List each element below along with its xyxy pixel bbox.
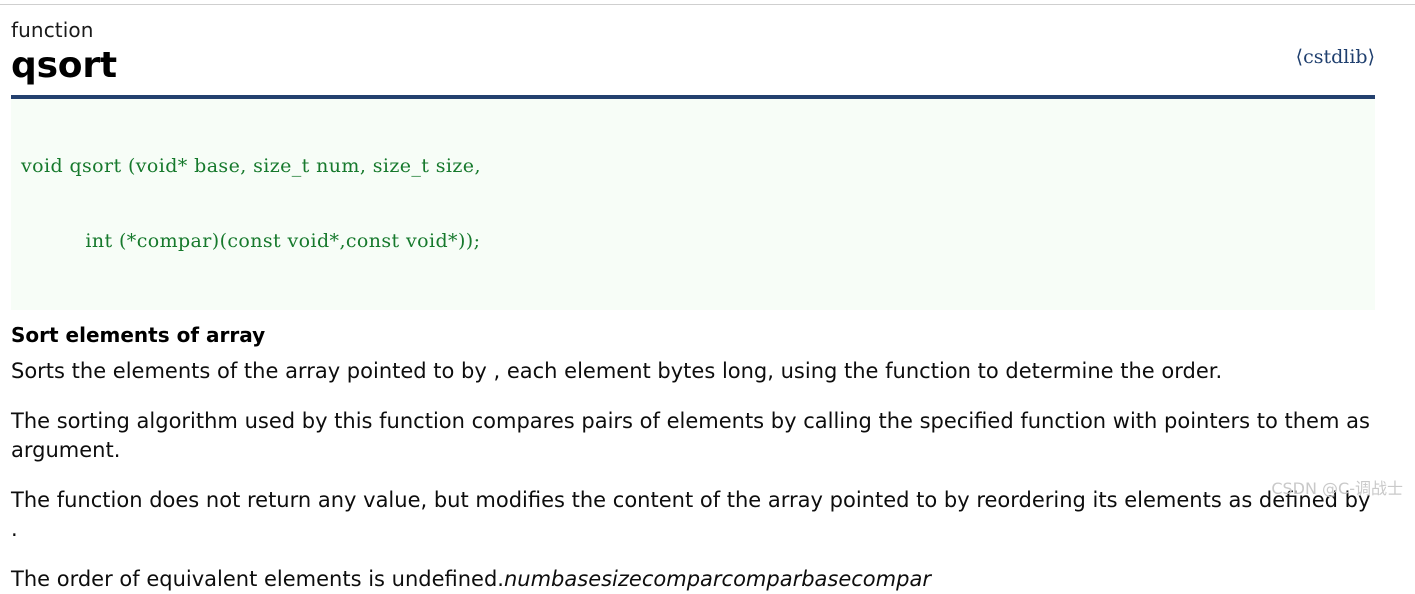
section-heading: Sort elements of array	[11, 323, 266, 347]
description-paragraph: Sorts the elements of the array pointed …	[11, 359, 1223, 383]
page-header: function qsort ⟨cstdlib⟩	[0, 0, 1415, 88]
prototype-line: void qsort (void* base, size_t num, size…	[21, 155, 481, 177]
prototype-line: int (*compar)(const void*,const void*));	[21, 230, 481, 252]
page-content: function qsort ⟨cstdlib⟩ void qsort (voi…	[0, 0, 1415, 594]
entity-kind-label: function	[11, 18, 94, 42]
watermark: CSDN @C-调战士	[1271, 479, 1403, 498]
description-paragraph: The function does not return any value, …	[11, 488, 1371, 541]
page-title: qsort	[11, 45, 117, 86]
include-header-label: ⟨cstdlib⟩	[1295, 46, 1375, 68]
description-paragraph: The sorting algorithm used by this funct…	[11, 409, 1370, 462]
collapsed-parameter-names: numbasesizecomparcomparbasecompar	[503, 567, 931, 591]
final-paragraph-text: The order of equivalent elements is unde…	[11, 567, 504, 591]
description-paragraph-final: The order of equivalent elements is unde…	[11, 565, 1375, 594]
function-prototype-block: void qsort (void* base, size_t num, size…	[11, 99, 1375, 310]
reference-page: function qsort ⟨cstdlib⟩ void qsort (voi…	[0, 0, 1415, 591]
